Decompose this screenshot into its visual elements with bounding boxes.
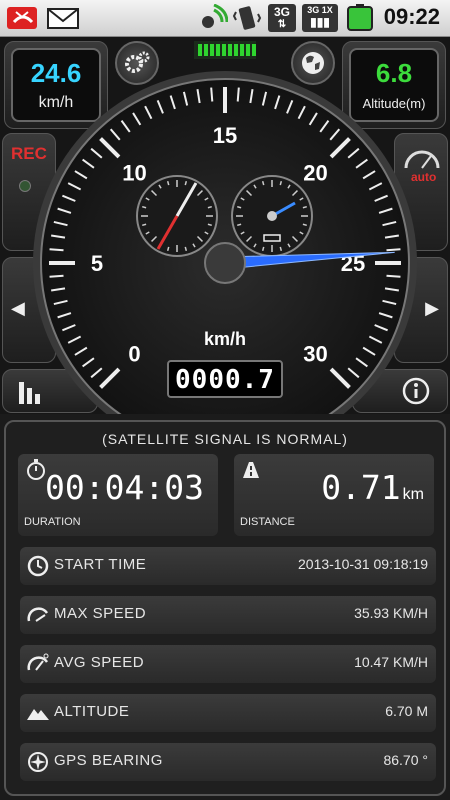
missed-call-icon [7, 7, 37, 29]
max-speed-row: MAX SPEED 35.93 KM/H [20, 596, 436, 634]
minor-tick [49, 248, 64, 252]
signal-led [246, 44, 250, 56]
signal-led [204, 44, 208, 56]
duration-value: 00:04:03 [45, 468, 204, 507]
duration-label: DURATION [24, 516, 81, 528]
signal-led [234, 44, 238, 56]
signal-led [216, 44, 220, 56]
mini-dial-tick [237, 205, 242, 209]
signal-led [228, 44, 232, 56]
mountain-icon [27, 709, 49, 720]
tick-label: 15 [213, 123, 237, 148]
map-button[interactable] [291, 41, 335, 85]
mini-dial-tick [261, 246, 265, 251]
start-time-value: 2013-10-31 09:18:19 [298, 556, 428, 572]
gear-icon [125, 51, 150, 73]
globe-icon [302, 52, 324, 74]
signal-led [198, 44, 202, 56]
dial-unit-label: km/h [203, 329, 246, 349]
signal-led [222, 44, 226, 56]
altitude-row-value: 6.70 M [385, 703, 428, 719]
mini-dial-tick [261, 181, 265, 186]
odometer: 0000.7 [167, 360, 283, 398]
tick-label: 0 [128, 342, 140, 367]
distance-unit: km [402, 486, 424, 503]
signal-led [252, 44, 256, 56]
road-icon [243, 462, 259, 478]
start-time-row: START TIME 2013-10-31 09:18:19 [20, 547, 436, 585]
mini-dial-tick [142, 223, 147, 227]
minor-tick [386, 274, 401, 278]
tick-label: 5 [91, 251, 103, 276]
signal-led [240, 44, 244, 56]
trip-info-panel: (SATELLITE SIGNAL IS NORMAL) 00:04:03 DU… [4, 420, 446, 796]
gps-bearing-value: 86.70 ° [383, 752, 428, 768]
distance-value: 0.71 [321, 468, 401, 507]
3g-data-icon: 3G ⇅ [268, 4, 296, 32]
duration-box: 00:04:03 DURATION [18, 454, 218, 536]
mini-dial-tick [279, 181, 283, 186]
settings-button[interactable] [115, 41, 159, 85]
clock-icon [27, 555, 49, 577]
vibrate-icon [232, 6, 262, 30]
status-bar: 3G ⇅ 3G 1X ▮▮▮ 09:22 [0, 0, 450, 37]
tick-label: 30 [303, 342, 327, 367]
mini-dial-tick [302, 205, 307, 209]
avg-speed-value: 10.47 KM/H [354, 654, 428, 670]
tick-label: 20 [303, 160, 327, 185]
minor-tick [210, 87, 214, 102]
distance-label: DISTANCE [240, 516, 295, 528]
clock: 09:22 [383, 4, 440, 29]
speedometer-dial: 051015202530 [33, 41, 417, 414]
compass-dial [136, 175, 218, 257]
3g-1x-signal-icon: 3G 1X ▮▮▮ [302, 4, 338, 32]
signal-led [210, 44, 214, 56]
mini-dial-tick [166, 246, 170, 251]
gps-bearing-label: GPS BEARING [54, 752, 163, 769]
start-time-label: START TIME [54, 556, 147, 573]
mini-dial-tick [207, 205, 212, 209]
gps-icon [202, 4, 228, 28]
mini-dial-tick [237, 223, 242, 227]
signal-status: (SATELLITE SIGNAL IS NORMAL) [102, 431, 348, 447]
avg-speed-label: AVG SPEED [54, 654, 145, 671]
mini-dial-tick [184, 246, 188, 251]
email-icon [47, 8, 79, 29]
mini-dial-tick [184, 181, 188, 186]
distance-box: 0.71 km DISTANCE [234, 454, 434, 536]
gps-bearing-row: GPS BEARING 86.70 ° [20, 743, 436, 781]
minor-tick [386, 248, 401, 252]
mini-dial-tick [142, 205, 147, 209]
compass-icon [28, 752, 48, 772]
distance-display: 0.71 km [321, 468, 424, 507]
altitude-label: ALTITUDE [54, 703, 130, 720]
mini-dial-tick [302, 223, 307, 227]
odometer-value: 0000.7 [175, 365, 275, 395]
mini-dial-tick [166, 181, 170, 186]
max-speed-value: 35.93 KM/H [354, 605, 428, 621]
max-speed-icon [27, 607, 49, 622]
mini-dial-tick [207, 223, 212, 227]
avg-speed-icon [27, 653, 49, 671]
altitude-row: ALTITUDE 6.70 M [20, 694, 436, 732]
needle-hub [204, 242, 246, 284]
mini-dial-tick [279, 246, 283, 251]
minor-tick [49, 274, 64, 278]
tick-label: 10 [122, 160, 146, 185]
battery-icon [347, 4, 373, 31]
max-speed-label: MAX SPEED [54, 605, 147, 622]
speedometer-area: 24.6 km/h 6.8 Altitude(m) REC auto ◀ ▶ 0… [0, 37, 450, 414]
avg-speed-row: AVG SPEED 10.47 KM/H [20, 645, 436, 683]
minor-tick [236, 87, 240, 102]
signal-dial [231, 175, 313, 257]
stopwatch-icon [27, 459, 45, 480]
